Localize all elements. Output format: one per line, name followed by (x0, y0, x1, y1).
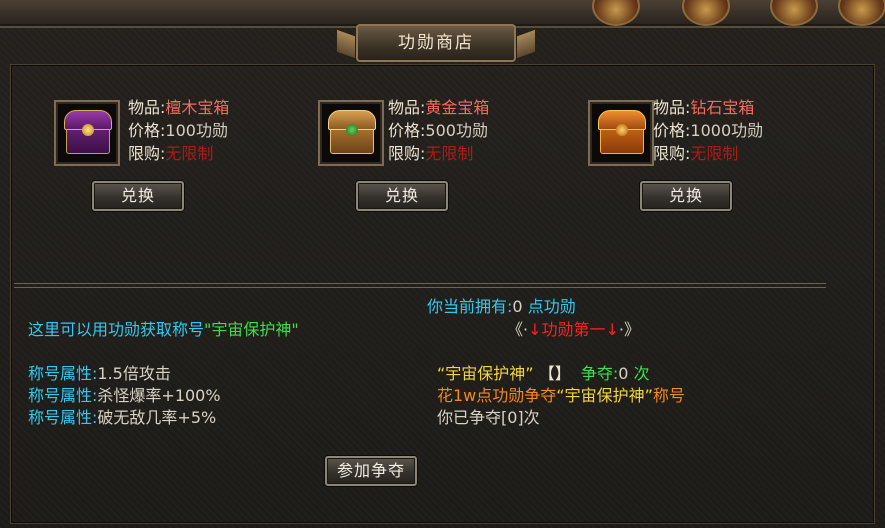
intro-text-prefix: 这里可以用功勋获取称号 (28, 320, 205, 339)
attribute-label: 称号属性: (28, 364, 98, 383)
rank-close: ·》 (618, 320, 641, 339)
attribute-label: 称号属性: (28, 386, 98, 405)
contest-unit: 次 (633, 364, 650, 383)
skill-orb-icon[interactable] (770, 0, 818, 26)
my-contest-count: 你已争夺[0]次 (437, 408, 540, 427)
item-price: 100功勋 (165, 121, 228, 140)
gold-chest-icon[interactable] (318, 100, 384, 166)
item-info: 物品:钻石宝箱 价格:1000功勋 限购:无限制 (653, 96, 763, 165)
join-contest-button[interactable]: 参加争夺 (325, 456, 417, 486)
title-name: “宇宙保护神” (437, 364, 534, 383)
orange-chest-icon[interactable] (588, 100, 654, 166)
skill-orb-icon[interactable] (682, 0, 730, 26)
contest-count: 0 (618, 364, 629, 383)
arrow-down-icon: ↓ (528, 320, 542, 339)
item-price: 1000功勋 (690, 121, 764, 140)
item-name-label: 物品: (388, 98, 426, 117)
item-name: 钻石宝箱 (690, 98, 755, 117)
owned-merit-label: 你当前拥有: (427, 297, 513, 316)
attribute-value: 杀怪爆率+100% (97, 386, 221, 405)
item-name-label: 物品: (653, 98, 691, 117)
window-title: 功勋商店 (356, 24, 516, 62)
attribute-line: 称号属性:1.5倍攻击 (28, 364, 171, 384)
purple-chest-icon[interactable] (54, 100, 120, 166)
item-price-label: 价格: (388, 121, 426, 140)
rank-banner: 《·↓功勋第一↓·》 (507, 320, 640, 340)
contest-cost-prefix: 花1w点功勋争夺 (437, 386, 557, 405)
attribute-line: 称号属性:破无敌几率+5% (28, 408, 216, 428)
skill-orb-icon[interactable] (838, 0, 885, 26)
intro-text: 这里可以用功勋获取称号"宇宙保护神" (28, 320, 299, 340)
item-name: 檀木宝箱 (165, 98, 230, 117)
item-limit: 无限制 (425, 144, 474, 163)
title-holder: 【】 (538, 364, 571, 383)
arrow-down-icon: ↓ (605, 320, 619, 339)
item-limit: 无限制 (690, 144, 739, 163)
attribute-value: 破无敌几率+5% (97, 408, 217, 427)
attribute-line: 称号属性:杀怪爆率+100% (28, 386, 221, 406)
exchange-button[interactable]: 兑换 (356, 181, 448, 211)
item-limit: 无限制 (165, 144, 214, 163)
item-price-label: 价格: (128, 121, 166, 140)
contest-cost-line: 花1w点功勋争夺“宇宙保护神”称号 (437, 386, 685, 406)
intro-title-name: "宇宙保护神" (204, 320, 299, 339)
owned-merit-value: 0 (512, 297, 523, 316)
section-divider (14, 283, 826, 288)
rank-label: 功勋第一 (541, 320, 606, 339)
owned-merit-unit: 点功勋 (527, 297, 576, 316)
item-name-label: 物品: (128, 98, 166, 117)
item-price: 500功勋 (425, 121, 488, 140)
exchange-button[interactable]: 兑换 (640, 181, 732, 211)
item-limit-label: 限购: (653, 144, 691, 163)
item-limit-label: 限购: (128, 144, 166, 163)
exchange-button[interactable]: 兑换 (92, 181, 184, 211)
skill-orb-icon[interactable] (592, 0, 640, 26)
item-price-label: 价格: (653, 121, 691, 140)
title-holder-line: “宇宙保护神” 【】 争夺:0 次 (437, 364, 650, 384)
top-game-bar (0, 0, 885, 26)
item-info: 物品:檀木宝箱 价格:100功勋 限购:无限制 (128, 96, 229, 165)
rank-open: 《· (507, 320, 529, 339)
owned-merit: 你当前拥有:0 点功勋 (427, 297, 576, 317)
attribute-label: 称号属性: (28, 408, 98, 427)
item-limit-label: 限购: (388, 144, 426, 163)
contest-cost-suffix: 称号 (652, 386, 685, 405)
item-name: 黄金宝箱 (425, 98, 490, 117)
item-info: 物品:黄金宝箱 价格:500功勋 限购:无限制 (388, 96, 489, 165)
contest-label: 争夺: (580, 364, 619, 383)
attribute-value: 1.5倍攻击 (97, 364, 171, 383)
contest-cost-title: “宇宙保护神” (556, 386, 653, 405)
